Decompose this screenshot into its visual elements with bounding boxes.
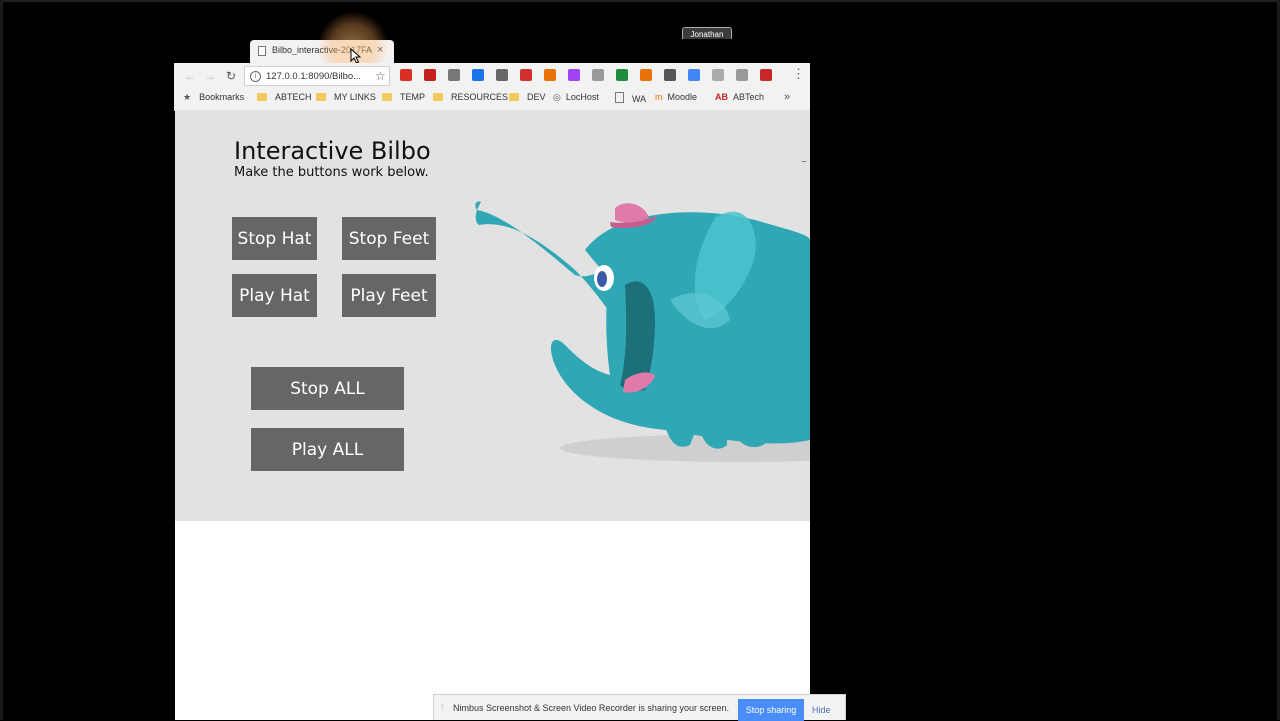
stop-sharing-button[interactable]: Stop sharing <box>738 699 804 721</box>
share-message: Nimbus Screenshot & Screen Video Recorde… <box>453 703 729 713</box>
bookmark-item-abtech-folder[interactable]: ABTECH <box>257 92 312 102</box>
bookmark-item-wa[interactable]: WA <box>615 92 646 104</box>
browser-tab[interactable]: Bilbo_interactive-2017FA × <box>250 40 394 63</box>
bookmark-label: DEV <box>527 92 546 102</box>
folder-icon <box>509 93 519 101</box>
play-hat-button[interactable]: Play Hat <box>232 274 317 317</box>
close-icon[interactable]: × <box>377 44 383 56</box>
bowler-hat-crown <box>615 203 649 223</box>
forward-button[interactable]: → <box>202 68 218 84</box>
bookmark-label: MY LINKS <box>334 92 376 102</box>
extension-icon[interactable] <box>448 69 460 81</box>
stop-all-button[interactable]: Stop ALL <box>251 367 404 410</box>
stray-mark: ~ <box>801 157 807 168</box>
browser-toolbar: ← → ↻ i 127.0.0.1:8090/Bilbo... ☆ ⋮ ★ Boo… <box>174 63 810 111</box>
folder-icon <box>257 93 267 101</box>
globe-icon: ◎ <box>553 92 561 102</box>
extension-icon[interactable] <box>616 69 628 81</box>
url-text[interactable]: 127.0.0.1:8090/Bilbo... <box>266 71 364 82</box>
extension-icon[interactable] <box>736 69 748 81</box>
bookmark-label: TEMP <box>400 92 426 102</box>
bookmark-label: Bookmarks <box>199 92 245 102</box>
bookmark-item-bookmarks[interactable]: ★ Bookmarks <box>183 92 244 103</box>
stop-hat-button[interactable]: Stop Hat <box>232 217 317 260</box>
bookmarks-bar: ★ Bookmarks ABTECH MY LINKS TEMP RESOURCE… <box>174 89 810 109</box>
drag-handle-icon[interactable]: ⁞ <box>441 702 444 712</box>
info-icon[interactable]: i <box>250 71 261 82</box>
back-button[interactable]: ← <box>182 68 198 84</box>
bookmark-star-icon[interactable]: ☆ <box>375 69 386 83</box>
page-icon <box>258 46 266 56</box>
extension-icon[interactable] <box>400 69 412 81</box>
page-title: Interactive Bilbo <box>234 137 431 165</box>
address-bar[interactable]: i 127.0.0.1:8090/Bilbo... ☆ <box>244 66 390 86</box>
bookmark-label: ABTech <box>733 92 765 102</box>
bookmark-label: Moodle <box>667 92 698 102</box>
bookmark-label: ABTECH <box>275 92 312 102</box>
hide-button[interactable]: Hide <box>812 699 831 721</box>
bookmark-item-resources[interactable]: RESOURCES <box>433 92 508 102</box>
bookmark-item-dev[interactable]: DEV <box>509 92 546 102</box>
page-subtitle: Make the buttons work below. <box>234 165 429 180</box>
browser-menu-button[interactable]: ⋮ <box>792 67 805 81</box>
extension-icon[interactable] <box>640 69 652 81</box>
bookmark-item-abtech[interactable]: AB ABTech <box>715 92 764 102</box>
extension-icon[interactable] <box>424 69 436 81</box>
play-feet-button[interactable]: Play Feet <box>342 274 436 317</box>
bookmark-label: RESOURCES <box>451 92 509 102</box>
web-page: Interactive Bilbo Make the buttons work … <box>175 110 810 720</box>
extension-icon[interactable] <box>760 69 772 81</box>
extension-icon[interactable] <box>472 69 484 81</box>
trunk-tip <box>475 201 481 210</box>
extension-icon[interactable] <box>712 69 724 81</box>
folder-icon <box>382 93 392 101</box>
bilbo-stage: Interactive Bilbo Make the buttons work … <box>175 110 810 521</box>
bookmark-item-my-links[interactable]: MY LINKS <box>316 92 376 102</box>
folder-icon <box>316 93 326 101</box>
bookmark-label: LocHost <box>565 92 599 102</box>
abtech-icon: AB <box>715 92 728 102</box>
extension-icon[interactable] <box>568 69 580 81</box>
screen-share-notification: ⁞ Nimbus Screenshot & Screen Video Recor… <box>433 694 846 721</box>
folder-icon <box>433 93 443 101</box>
bilbo-elephant-illustration <box>475 201 810 462</box>
page-icon <box>615 92 624 103</box>
bookmark-label: WA <box>632 94 647 104</box>
play-all-button[interactable]: Play ALL <box>251 428 404 471</box>
extension-icon[interactable] <box>664 69 676 81</box>
extension-icon[interactable] <box>544 69 556 81</box>
stop-feet-button[interactable]: Stop Feet <box>342 217 436 260</box>
mouse-cursor-icon <box>350 48 362 64</box>
elephant-body <box>550 212 810 444</box>
bookmarks-overflow-button[interactable]: » <box>784 91 790 103</box>
extension-icon[interactable] <box>592 69 604 81</box>
bookmark-item-lochost[interactable]: ◎ LocHost <box>553 92 599 103</box>
extension-icon[interactable] <box>496 69 508 81</box>
elephant-eye-pupil <box>597 271 607 287</box>
moodle-icon: m <box>655 92 663 102</box>
reload-button[interactable]: ↻ <box>223 68 239 84</box>
bookmark-item-temp[interactable]: TEMP <box>382 92 425 102</box>
desktop-top-edge <box>0 0 1280 2</box>
bookmark-item-moodle[interactable]: m Moodle <box>655 92 697 102</box>
extension-icon[interactable] <box>520 69 532 81</box>
desktop-left-edge <box>0 0 3 720</box>
extension-icon[interactable] <box>688 69 700 81</box>
star-icon: ★ <box>183 92 192 102</box>
